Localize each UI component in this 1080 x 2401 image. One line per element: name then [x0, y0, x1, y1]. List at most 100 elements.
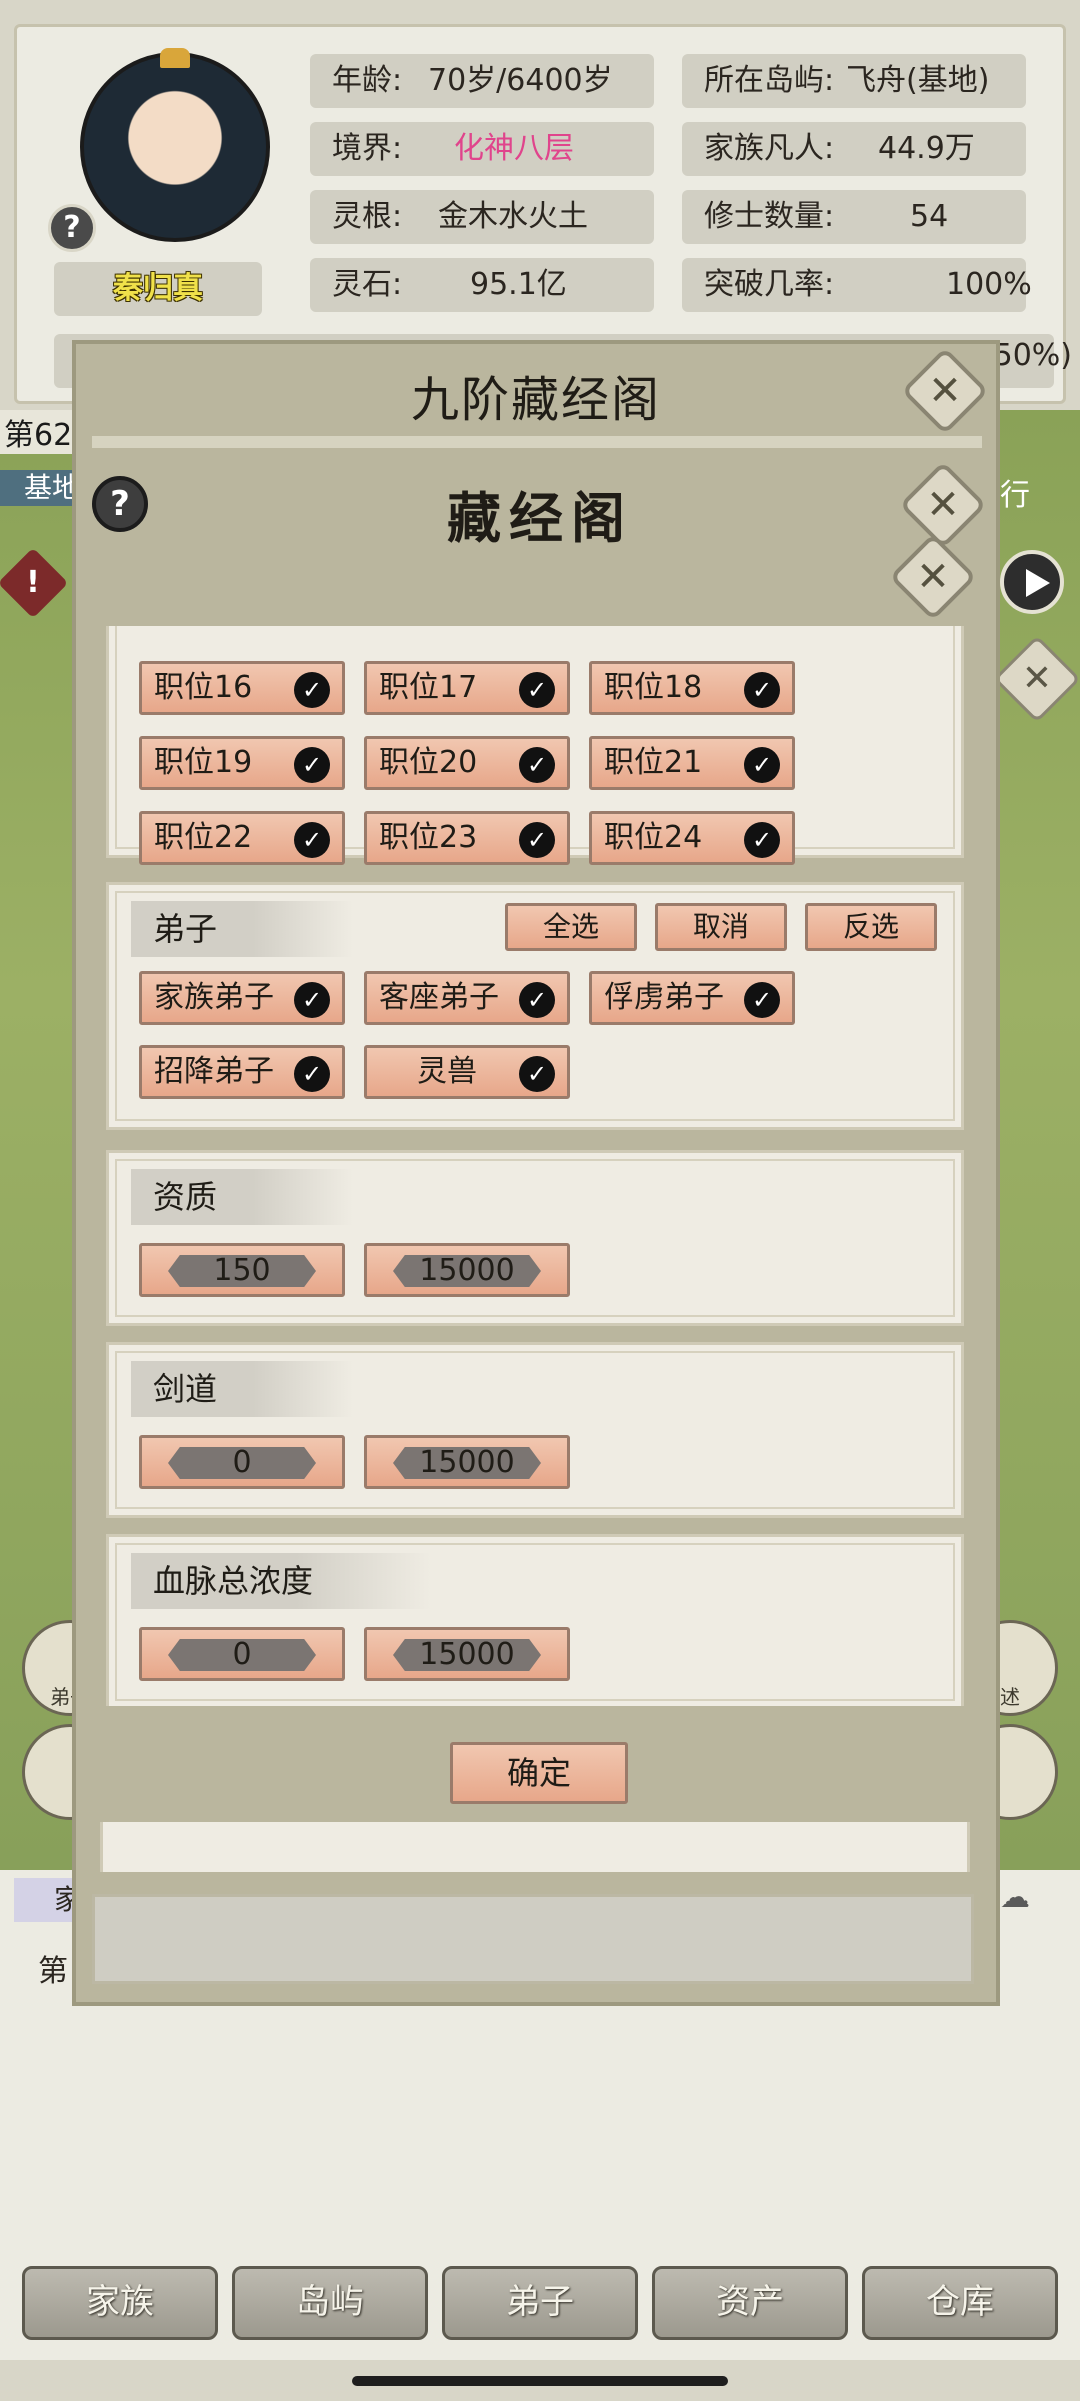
sword-dao-title: 剑道 [131, 1361, 353, 1417]
age-label: 年龄: [332, 63, 403, 98]
bloodline-section: 血脉总浓度 0 15000 [106, 1534, 964, 1706]
breakthrough-value: 100% [946, 267, 1032, 302]
play-icon[interactable] [1000, 550, 1064, 614]
island-value: 飞舟(基地) [846, 63, 990, 98]
disciple-type-label: 招降弟子 [154, 1054, 274, 1089]
breakthrough-stat: 突破几率: 100% [682, 258, 1032, 312]
disciple-type-label: 客座弟子 [379, 980, 499, 1015]
disciple-type-chip[interactable]: 招降弟子 ✓ [139, 1045, 345, 1099]
nav-island[interactable]: 岛屿 [232, 2266, 428, 2340]
title-divider [92, 436, 982, 448]
bloodline-title: 血脉总浓度 [131, 1553, 431, 1609]
close-symbol: ✕ [926, 482, 960, 528]
checkmark-icon: ✓ [519, 822, 555, 858]
aptitude-max-input[interactable]: 15000 [364, 1243, 570, 1297]
position-chip[interactable]: 职位17 ✓ [364, 661, 570, 715]
island-label: 所在岛屿: [704, 63, 835, 98]
position-chip[interactable]: 职位16 ✓ [139, 661, 345, 715]
home-indicator[interactable] [352, 2376, 728, 2386]
sword-dao-min-value: 0 [168, 1447, 316, 1479]
disciple-type-chip[interactable]: 家族弟子 ✓ [139, 971, 345, 1025]
confirm-button[interactable]: 确定 [450, 1742, 628, 1804]
base-label[interactable]: 基地 [0, 470, 80, 506]
checkmark-icon: ✓ [294, 822, 330, 858]
spirit-stone-value: 95.1亿 [470, 267, 567, 302]
aptitude-title: 资质 [131, 1169, 353, 1225]
position-label: 职位21 [604, 745, 703, 780]
position-label: 职位19 [154, 745, 253, 780]
spirit-root-stat: 灵根: 金木水火土 [310, 190, 654, 244]
close-symbol: ✕ [916, 554, 950, 600]
position-label: 职位23 [379, 820, 478, 855]
position-chip[interactable]: 职位24 ✓ [589, 811, 795, 865]
invert-select-button[interactable]: 反选 [805, 903, 937, 951]
position-chip[interactable]: 职位18 ✓ [589, 661, 795, 715]
disciple-type-chip[interactable]: 俘虏弟子 ✓ [589, 971, 795, 1025]
progress-edge-text: 50%) [993, 338, 1072, 373]
alert-symbol: ! [26, 565, 40, 600]
position-chip[interactable]: 职位23 ✓ [364, 811, 570, 865]
nav-warehouse[interactable]: 仓库 [862, 2266, 1058, 2340]
position-chip[interactable]: 职位22 ✓ [139, 811, 345, 865]
nav-assets[interactable]: 资产 [652, 2266, 848, 2340]
select-all-button[interactable]: 全选 [505, 903, 637, 951]
checkmark-icon: ✓ [744, 672, 780, 708]
clan-mortals-stat: 家族凡人: 44.9万 [682, 122, 1026, 176]
sword-dao-min-input[interactable]: 0 [139, 1435, 345, 1489]
close-symbol: ✕ [928, 368, 962, 414]
close-symbol: ✕ [1021, 658, 1053, 699]
checkmark-icon: ✓ [519, 982, 555, 1018]
sword-dao-section: 剑道 0 15000 [106, 1342, 964, 1518]
spirit-root-value: 金木水火土 [438, 199, 588, 234]
disciple-type-chip[interactable]: 客座弟子 ✓ [364, 971, 570, 1025]
age-value: 70岁/6400岁 [428, 63, 613, 98]
position-label: 职位16 [154, 670, 253, 705]
hair-ornament-icon [160, 48, 190, 68]
breakthrough-label: 突破几率: [704, 267, 835, 302]
aptitude-section: 资质 150 15000 [106, 1150, 964, 1326]
modal-list-strip [100, 1822, 970, 1872]
disciple-type-label: 灵兽 [417, 1054, 477, 1089]
help-icon[interactable]: ? [48, 204, 96, 252]
modal-footer-panel [92, 1894, 974, 1984]
cloud-deco-icon: ☁ [1000, 1880, 1030, 1915]
realm-stat: 境界: 化神八层 [310, 122, 654, 176]
spirit-stone-stat: 灵石: 95.1亿 [310, 258, 654, 312]
sword-dao-max-input[interactable]: 15000 [364, 1435, 570, 1489]
island-stat: 所在岛屿: 飞舟(基地) [682, 54, 1026, 108]
position-label: 职位17 [379, 670, 478, 705]
cultivators-value: 54 [910, 199, 949, 234]
nav-clan[interactable]: 家族 [22, 2266, 218, 2340]
map-right-label: 行 [1000, 478, 1030, 513]
bloodline-max-input[interactable]: 15000 [364, 1627, 570, 1681]
disciple-type-label: 俘虏弟子 [604, 980, 724, 1015]
clan-mortals-label: 家族凡人: [704, 131, 835, 166]
bloodline-min-value: 0 [168, 1639, 316, 1671]
disciples-title: 弟子 [131, 901, 353, 957]
age-stat: 年龄: 70岁/6400岁 [310, 54, 654, 108]
help-icon[interactable]: ? [92, 476, 148, 532]
filter-scroll-area[interactable]: 职位16 ✓ 职位17 ✓ 职位18 ✓ 职位19 ✓ 职位20 ✓ 职位21 ✓ 职位22… [100, 626, 970, 1706]
bloodline-min-input[interactable]: 0 [139, 1627, 345, 1681]
spirit-root-label: 灵根: [332, 199, 403, 234]
position-label: 职位22 [154, 820, 253, 855]
aptitude-max-value: 15000 [393, 1255, 541, 1287]
character-name: 秦归真 [54, 262, 262, 316]
positions-section: 职位16 ✓ 职位17 ✓ 职位18 ✓ 职位19 ✓ 职位20 ✓ 职位21 ✓ 职位22… [106, 626, 964, 865]
position-label: 职位18 [604, 670, 703, 705]
aptitude-min-value: 150 [168, 1255, 316, 1287]
position-chip[interactable]: 职位21 ✓ [589, 736, 795, 790]
checkmark-icon: ✓ [294, 982, 330, 1018]
disciple-type-chip[interactable]: 灵兽 ✓ [364, 1045, 570, 1099]
character-avatar[interactable] [80, 48, 270, 242]
cancel-button[interactable]: 取消 [655, 903, 787, 951]
cultivators-stat: 修士数量: 54 [682, 190, 1026, 244]
checkmark-icon: ✓ [744, 747, 780, 783]
realm-label: 境界: [332, 131, 403, 166]
aptitude-min-input[interactable]: 150 [139, 1243, 345, 1297]
inner-title: 藏经阁 [447, 486, 633, 550]
nav-disciple[interactable]: 弟子 [442, 2266, 638, 2340]
checkmark-icon: ✓ [294, 672, 330, 708]
position-chip[interactable]: 职位20 ✓ [364, 736, 570, 790]
position-chip[interactable]: 职位19 ✓ [139, 736, 345, 790]
